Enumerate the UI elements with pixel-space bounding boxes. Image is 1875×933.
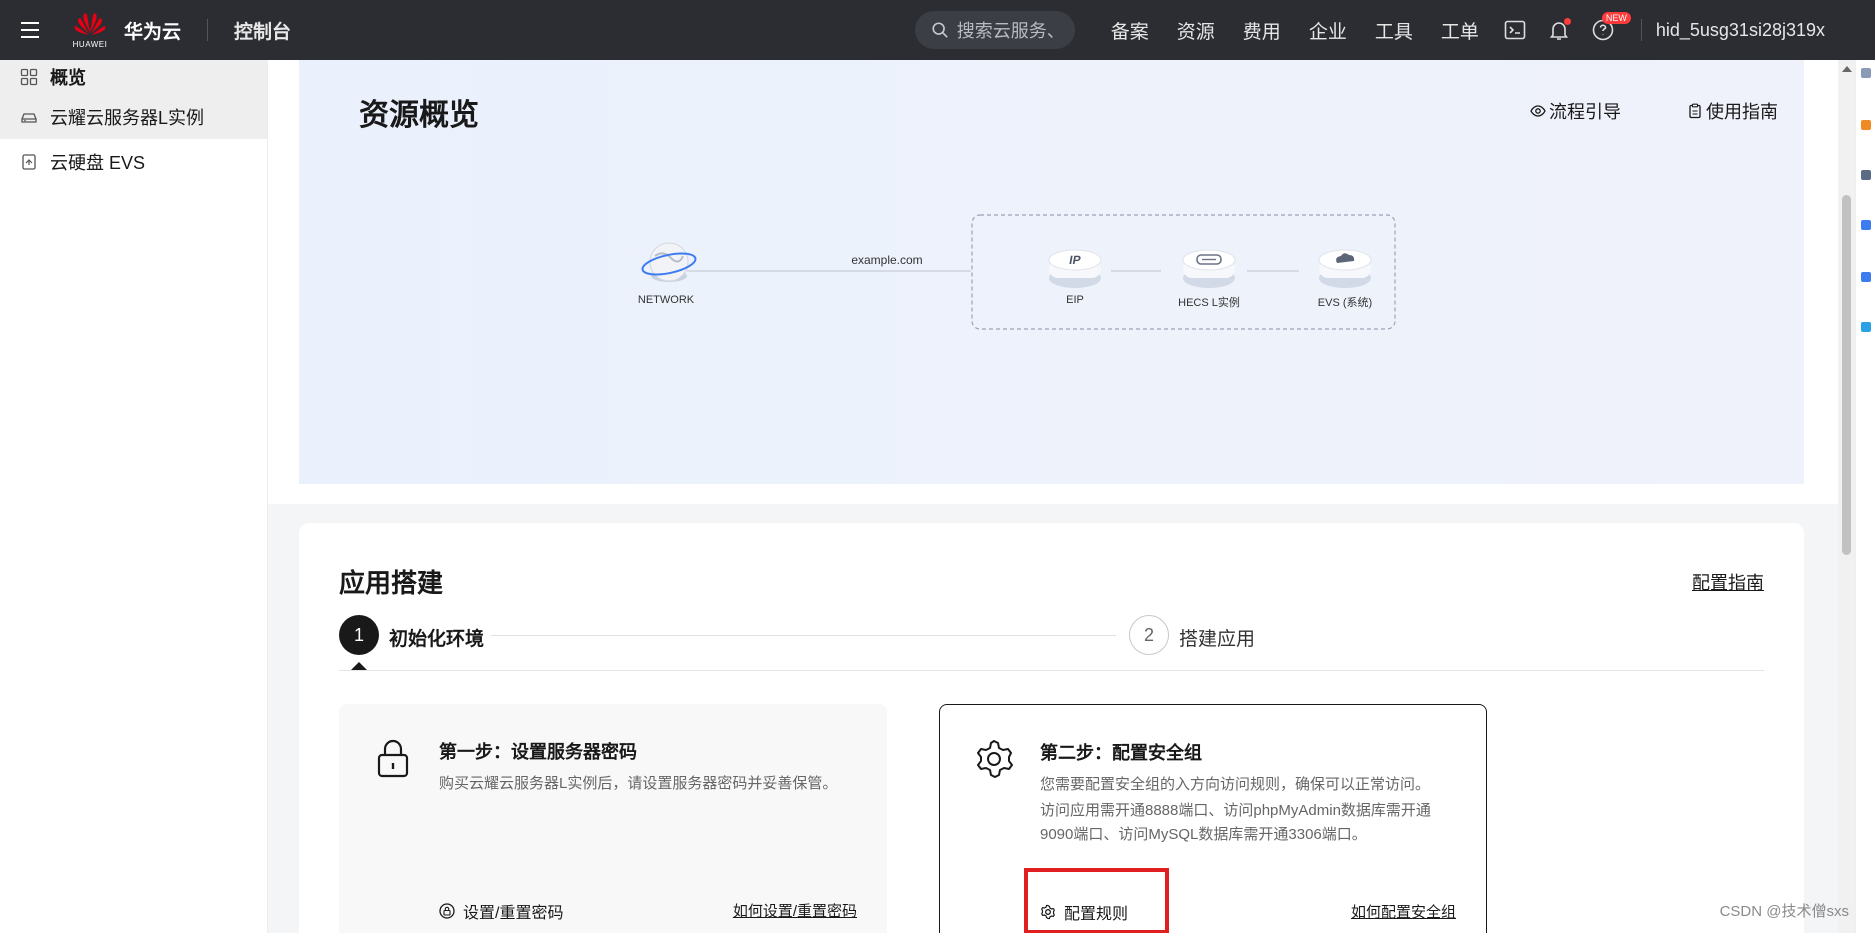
settings-icon bbox=[1041, 904, 1055, 920]
nav-billing[interactable]: 费用 bbox=[1243, 17, 1281, 44]
step-2-indicator[interactable]: 2 bbox=[1129, 615, 1169, 655]
new-badge: NEW bbox=[1601, 12, 1631, 24]
sidebar-item-label: 云耀云服务器L实例 bbox=[50, 107, 205, 128]
nav-tools[interactable]: 工具 bbox=[1375, 17, 1413, 44]
right-float-toolbar bbox=[1855, 60, 1875, 933]
step-1-indicator[interactable]: 1 bbox=[339, 615, 379, 655]
vertical-scrollbar[interactable] bbox=[1838, 60, 1855, 933]
search-icon bbox=[932, 22, 948, 38]
menu-icon[interactable] bbox=[0, 0, 60, 60]
card-description: 您需要配置安全组的入方向访问规则，确保可以正常访问。 访问应用需开通8888端口… bbox=[1040, 773, 1460, 847]
float-tool-icon[interactable] bbox=[1861, 220, 1871, 230]
user-account[interactable]: hid_5usg31si28j319x bbox=[1656, 20, 1825, 41]
help-icon[interactable]: NEW bbox=[1587, 12, 1631, 46]
evs-node-icon bbox=[1318, 249, 1372, 288]
reset-password-label: 设置/重置密码 bbox=[463, 905, 564, 922]
configure-rules-button[interactable]: 配置规则 bbox=[1040, 900, 1128, 924]
nav-enterprise[interactable]: 企业 bbox=[1309, 17, 1347, 44]
terminal-icon[interactable] bbox=[1499, 14, 1531, 46]
node-label-eip: EIP bbox=[1066, 294, 1084, 306]
hecs-node-icon bbox=[1182, 249, 1236, 288]
huawei-cloud-logo[interactable]: HUAWEI 华为云 bbox=[68, 11, 181, 49]
float-tool-icon[interactable] bbox=[1861, 272, 1871, 282]
card-description: 购买云耀云服务器L实例后，请设置服务器密码并妥善保管。 bbox=[439, 775, 838, 792]
eip-node-icon: IP bbox=[1048, 249, 1102, 288]
cloud-server-icon bbox=[21, 112, 37, 123]
sidebar-item-evs[interactable]: 云硬盘 EVS bbox=[0, 139, 267, 184]
how-to-reset-password-link[interactable]: 如何设置/重置密码 bbox=[733, 900, 857, 921]
lock-circle-icon bbox=[439, 903, 455, 919]
node-label-network: NETWORK bbox=[637, 294, 695, 306]
brand-name: 华为云 bbox=[124, 21, 182, 43]
topology-diagram: IP bbox=[641, 214, 1396, 330]
overview-background: 资源概览 流程引导 使用指南 IP example.com NETWORK EI… bbox=[299, 60, 1804, 484]
step-1-label[interactable]: 初始化环境 bbox=[389, 624, 484, 651]
watermark: CSDN @技术僧sxs bbox=[1719, 903, 1849, 920]
active-step-pointer bbox=[351, 662, 367, 670]
notification-dot bbox=[1563, 18, 1571, 25]
float-tool-icon[interactable] bbox=[1861, 322, 1871, 332]
scroll-thumb[interactable] bbox=[1842, 195, 1851, 555]
how-to-configure-security-group-link[interactable]: 如何配置安全组 bbox=[1351, 901, 1456, 922]
float-tool-icon[interactable] bbox=[1861, 120, 1871, 130]
step-connector bbox=[491, 635, 1116, 636]
search-input[interactable]: 搜索云服务、 bbox=[914, 11, 1075, 49]
card-description-line-2: 访问应用需开通8888端口、访问phpMyAdmin数据库需开通9090端口、访… bbox=[1040, 802, 1431, 843]
sidebar-item-label: 概览 bbox=[50, 68, 86, 88]
disk-icon bbox=[22, 153, 36, 170]
huawei-logo-icon: HUAWEI bbox=[68, 11, 112, 49]
search-placeholder: 搜索云服务、 bbox=[956, 21, 1065, 41]
domain-label: example.com bbox=[851, 253, 923, 267]
sidebar: 概览 云耀云服务器L实例 云硬盘 EVS bbox=[0, 60, 268, 933]
node-label-hecs: HECS L实例 bbox=[1178, 297, 1240, 309]
bell-icon[interactable] bbox=[1543, 14, 1575, 46]
scroll-up-arrow-icon[interactable] bbox=[1842, 66, 1852, 72]
float-tool-icon[interactable] bbox=[1861, 68, 1871, 78]
security-group-card: 第二步：配置安全组 您需要配置安全组的入方向访问规则，确保可以正常访问。 访问应… bbox=[939, 704, 1487, 933]
gear-icon bbox=[977, 740, 1013, 778]
console-link[interactable]: 控制台 bbox=[234, 17, 291, 44]
step-2-label[interactable]: 搭建应用 bbox=[1179, 624, 1255, 651]
sidebar-item-l-instance[interactable]: 云耀云服务器L实例 bbox=[0, 94, 267, 139]
configure-rules-label: 配置规则 bbox=[1064, 906, 1129, 923]
reset-password-button[interactable]: 设置/重置密码 bbox=[439, 899, 563, 923]
steps-divider bbox=[339, 670, 1764, 671]
resource-overview-panel: 资源概览 流程引导 使用指南 IP example.com NETWORK EI… bbox=[268, 60, 1838, 504]
top-bar: HUAWEI 华为云 控制台 搜索云服务、 备案 资源 费用 企业 工具 工单 … bbox=[0, 0, 1875, 60]
network-globe-icon bbox=[641, 242, 697, 282]
nav-record[interactable]: 备案 bbox=[1111, 17, 1149, 44]
sidebar-item-label: 云硬盘 EVS bbox=[50, 152, 146, 173]
card-title: 第二步：配置安全组 bbox=[1040, 743, 1202, 763]
set-password-card: 第一步：设置服务器密码 购买云耀云服务器L实例后，请设置服务器密码并妥善保管。 … bbox=[339, 704, 887, 933]
sidebar-item-overview[interactable]: 概览 bbox=[0, 60, 267, 94]
nav-resources[interactable]: 资源 bbox=[1177, 17, 1215, 44]
grid-icon bbox=[20, 68, 38, 86]
card-description-line-1: 您需要配置安全组的入方向访问规则，确保可以正常访问。 bbox=[1040, 776, 1431, 793]
topbar-divider-2 bbox=[1640, 19, 1642, 41]
card-title: 第一步：设置服务器密码 bbox=[439, 742, 637, 762]
lock-icon bbox=[377, 739, 409, 778]
nav-tickets[interactable]: 工单 bbox=[1441, 17, 1479, 44]
app-build-title: 应用搭建 bbox=[339, 568, 444, 598]
config-guide-link[interactable]: 配置指南 bbox=[1692, 569, 1764, 595]
app-build-panel: 应用搭建 配置指南 1 初始化环境 2 搭建应用 第一步：设置服务器密码 购买云… bbox=[299, 523, 1804, 933]
main-content: 资源概览 流程引导 使用指南 IP example.com NETWORK EI… bbox=[268, 60, 1838, 933]
node-label-evs: EVS (系统) bbox=[1317, 297, 1373, 309]
topbar-divider bbox=[207, 19, 209, 41]
float-tool-icon[interactable] bbox=[1861, 170, 1871, 180]
logo-text: HUAWEI bbox=[72, 40, 108, 49]
